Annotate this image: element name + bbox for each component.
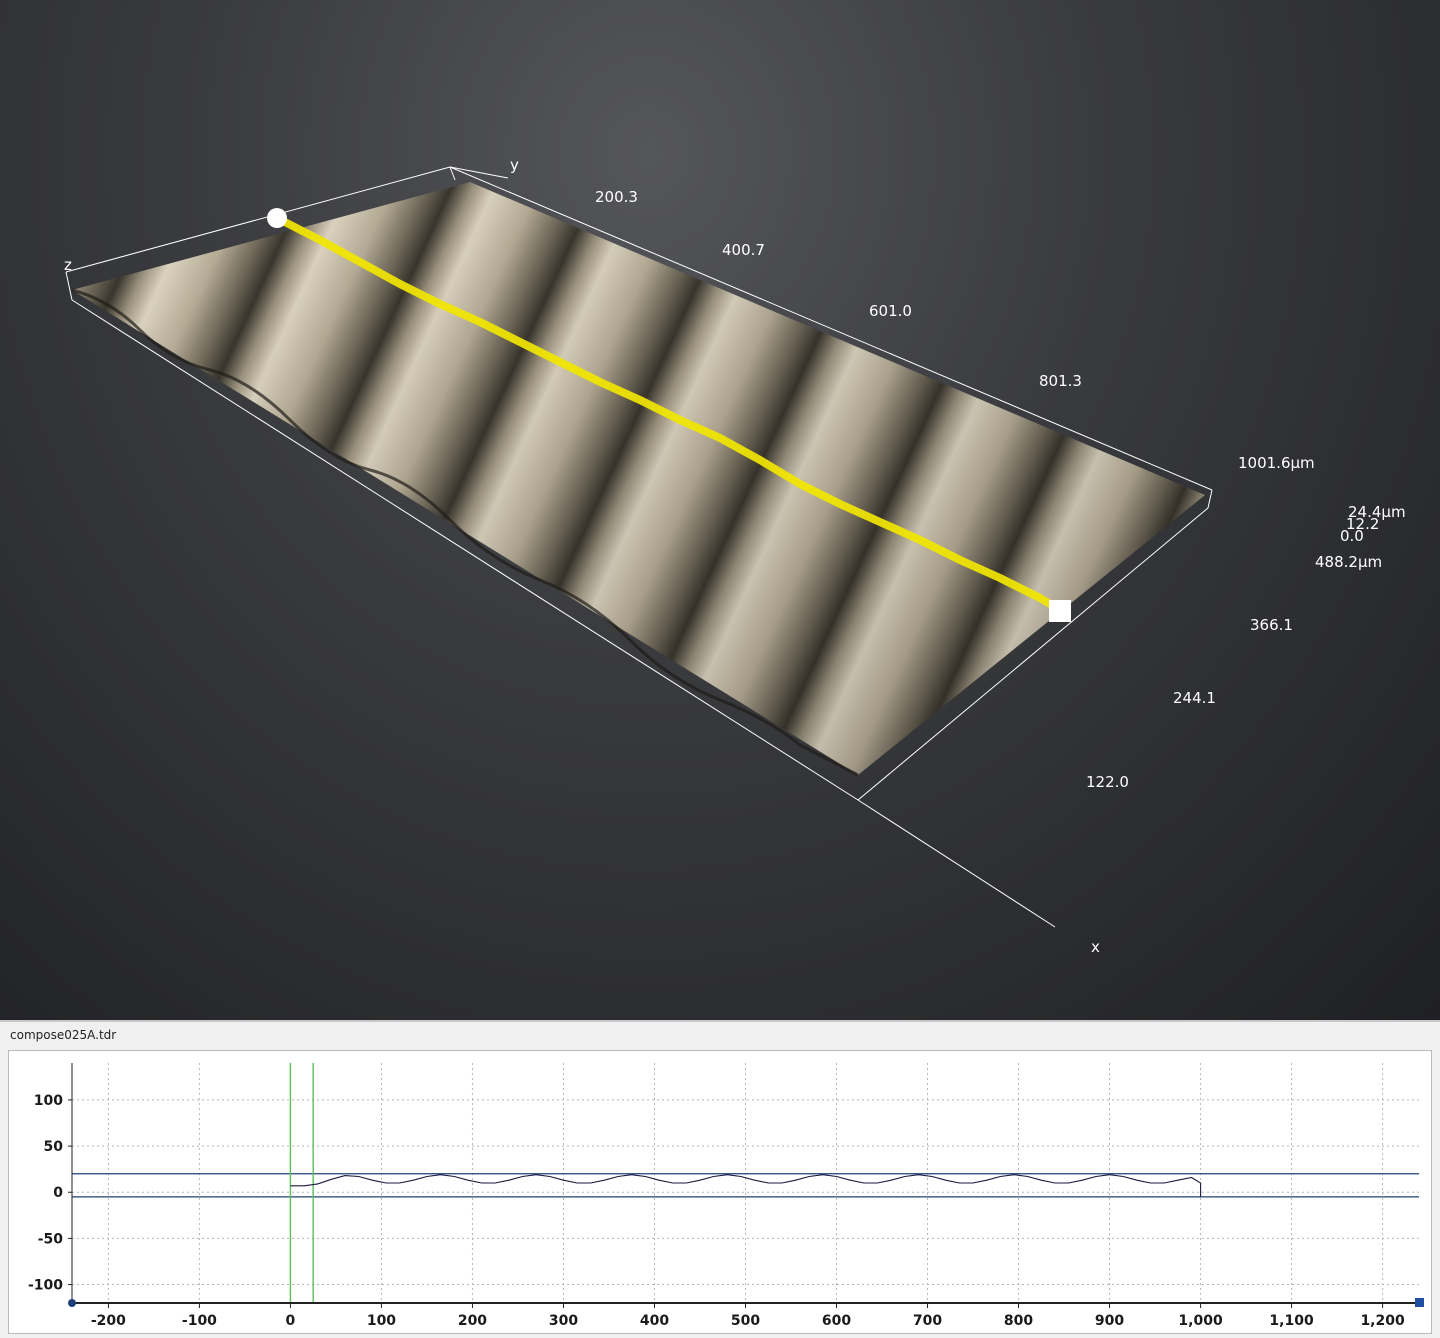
3d-viewport[interactable]: y z x 200.3 400.7 601.0 801.3 1001.6μm 2… bbox=[0, 0, 1440, 1020]
x-tick-label: 488.2μm bbox=[1315, 553, 1383, 571]
x-axis-name: x bbox=[1091, 938, 1100, 956]
panel-title: compose025A.tdr bbox=[10, 1028, 117, 1042]
profile-chart[interactable]: -100 -50 0 50 100 -200 -100 0 100 200 300 400 500 600… bbox=[9, 1051, 1433, 1335]
x-tick-label: -100 bbox=[182, 1313, 217, 1329]
range-start-handle[interactable] bbox=[68, 1299, 76, 1307]
square-marker[interactable] bbox=[1049, 600, 1071, 622]
3d-surface-view[interactable] bbox=[0, 0, 1440, 1020]
x-tick-label: 800 bbox=[1004, 1313, 1033, 1329]
x-tick-label: 0 bbox=[286, 1313, 296, 1329]
x-tick-label: 1,000 bbox=[1178, 1313, 1223, 1329]
x-tick-label: 400 bbox=[640, 1313, 669, 1329]
x-tick-label: 700 bbox=[913, 1313, 942, 1329]
y-tick-label: 601.0 bbox=[869, 302, 912, 320]
y-tick-label: 400.7 bbox=[722, 241, 765, 259]
circle-marker[interactable] bbox=[267, 208, 287, 228]
x-tick-label: 600 bbox=[822, 1313, 851, 1329]
x-tick-label: 244.1 bbox=[1173, 689, 1216, 707]
surface-shade bbox=[72, 182, 1205, 775]
z-tick-label: 0.0 bbox=[1340, 527, 1364, 545]
range-end-handle[interactable] bbox=[1415, 1298, 1424, 1307]
y-axis-name: y bbox=[510, 156, 519, 174]
y-tick-label: 100 bbox=[34, 1093, 63, 1109]
z-axis-name: z bbox=[64, 256, 72, 274]
x-tick-label: -200 bbox=[91, 1313, 126, 1329]
x-tick-label: 122.0 bbox=[1086, 773, 1129, 791]
profile-plot-frame[interactable]: -100 -50 0 50 100 -200 -100 0 100 200 300 400 500 600… bbox=[8, 1050, 1432, 1334]
x-tick-label: 500 bbox=[731, 1313, 760, 1329]
x-tick-label: 1,100 bbox=[1269, 1313, 1314, 1329]
y-tick-label: 0 bbox=[53, 1185, 63, 1201]
y-tick-label: 50 bbox=[44, 1139, 64, 1155]
x-tick-label: 900 bbox=[1095, 1313, 1124, 1329]
profile-panel: compose025A.tdr -100 -50 0 50 100 -200 -100 0 10… bbox=[0, 1020, 1440, 1338]
x-tick-label: 366.1 bbox=[1250, 616, 1293, 634]
y-tick-label: -100 bbox=[28, 1278, 63, 1294]
x-tick-label: 300 bbox=[549, 1313, 578, 1329]
y-tick-label: 801.3 bbox=[1039, 372, 1082, 390]
y-tick-label: -50 bbox=[38, 1231, 64, 1247]
y-tick-label: 200.3 bbox=[595, 188, 638, 206]
y-tick-label: 1001.6μm bbox=[1238, 454, 1315, 472]
x-tick-label: 100 bbox=[367, 1313, 396, 1329]
x-tick-label: 200 bbox=[458, 1313, 487, 1329]
x-tick-label: 1,200 bbox=[1360, 1313, 1405, 1329]
